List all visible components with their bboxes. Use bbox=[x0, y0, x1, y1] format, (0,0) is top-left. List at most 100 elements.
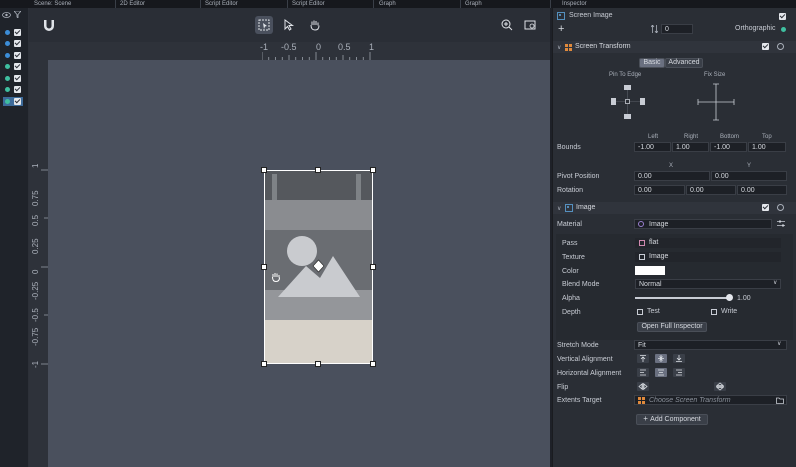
outliner-row[interactable] bbox=[3, 62, 23, 71]
tab-graph-2[interactable]: Graph bbox=[465, 0, 482, 8]
layer-field[interactable]: 0 bbox=[661, 24, 693, 34]
depth-write-checkbox[interactable] bbox=[711, 309, 717, 315]
screen-transform-header[interactable]: ∨ Screen Transform bbox=[553, 41, 796, 53]
chevron-down-icon: ∨ bbox=[777, 341, 782, 347]
tab-inspector[interactable]: Inspector bbox=[562, 0, 587, 8]
blend-mode-select[interactable]: Normal bbox=[635, 279, 781, 289]
logo-icon[interactable] bbox=[42, 18, 56, 34]
flip-label: Flip bbox=[557, 384, 569, 391]
resize-handle-bottom-left[interactable] bbox=[261, 361, 267, 367]
ruler-tick-label: 1 bbox=[31, 163, 40, 168]
flip-horizontal-button[interactable] bbox=[637, 382, 649, 391]
rotation-z-field[interactable]: 0.00 bbox=[737, 185, 787, 195]
bounds-bottom-field[interactable]: -1.00 bbox=[710, 142, 747, 152]
pointer-button[interactable] bbox=[280, 16, 298, 34]
halign-center-button[interactable] bbox=[655, 368, 667, 377]
frame-select-button[interactable] bbox=[255, 16, 273, 34]
valign-center-button[interactable] bbox=[655, 354, 667, 363]
alpha-slider-track[interactable] bbox=[635, 294, 733, 301]
pivot-header-y: Y bbox=[747, 163, 752, 169]
horizontal-alignment-label: Horizontal Alignment bbox=[557, 370, 622, 377]
object-name[interactable]: Screen Image bbox=[569, 12, 613, 19]
fit-icon[interactable] bbox=[524, 19, 536, 33]
vertical-ruler: 1 0.75 0.5 0.25 0 -0.25 -0.5 -0.75 -1 bbox=[29, 42, 48, 467]
color-swatch[interactable] bbox=[635, 266, 665, 275]
resize-handle-right[interactable] bbox=[370, 264, 376, 270]
outliner-row[interactable] bbox=[3, 39, 23, 48]
screen-transform-title: Screen Transform bbox=[575, 43, 631, 50]
tab-scene[interactable]: Scene: Scene bbox=[34, 0, 71, 8]
rotation-y-field[interactable]: 0.00 bbox=[686, 185, 736, 195]
resize-handle-bottom[interactable] bbox=[315, 361, 321, 367]
open-full-inspector-button[interactable]: Open Full Inspector bbox=[637, 322, 707, 332]
collapse-chevron-icon[interactable]: ∨ bbox=[557, 44, 561, 51]
alpha-slider-fill bbox=[635, 297, 729, 299]
resize-handle-top-right[interactable] bbox=[370, 167, 376, 173]
pass-field[interactable]: flat bbox=[635, 238, 781, 248]
resize-handle-left[interactable] bbox=[261, 264, 267, 270]
zoom-icon[interactable] bbox=[501, 19, 513, 33]
add-component-button[interactable]: + Add Component bbox=[636, 414, 708, 425]
ruler-tick-label: 0.5 bbox=[338, 42, 351, 52]
ruler-tick-label: -0.5 bbox=[31, 308, 40, 322]
texture-field[interactable]: Image bbox=[635, 252, 781, 262]
tab-script-editor-2[interactable]: Script Editor bbox=[292, 0, 325, 8]
valign-top-button[interactable] bbox=[637, 354, 649, 363]
tab-graph-1[interactable]: Graph bbox=[379, 0, 396, 8]
vertical-alignment-label: Vertical Alignment bbox=[557, 356, 613, 363]
gear-icon[interactable] bbox=[777, 43, 784, 50]
fix-size-widget[interactable] bbox=[696, 82, 736, 122]
ruler-tick-label: 0.75 bbox=[31, 190, 40, 206]
collapse-chevron-icon[interactable]: ∨ bbox=[557, 205, 561, 212]
tab-advanced[interactable]: Advanced bbox=[665, 58, 703, 68]
image-enabled-checkbox[interactable] bbox=[762, 204, 769, 211]
tab-basic[interactable]: Basic bbox=[639, 58, 665, 68]
alpha-slider-thumb[interactable] bbox=[726, 294, 733, 301]
bounds-header-top: Top bbox=[762, 134, 772, 140]
hand-button[interactable] bbox=[306, 16, 324, 34]
eye-icon[interactable] bbox=[2, 12, 11, 20]
filter-icon[interactable] bbox=[13, 10, 22, 20]
folder-icon[interactable] bbox=[776, 397, 784, 406]
valign-bottom-button[interactable] bbox=[673, 354, 685, 363]
tab-script-editor-1[interactable]: Script Editor bbox=[205, 0, 238, 8]
outliner-row[interactable] bbox=[3, 74, 23, 83]
screen-transform-enabled-checkbox[interactable] bbox=[762, 43, 769, 50]
tab-2d-editor[interactable]: 2D Editor bbox=[120, 0, 145, 8]
outliner-row[interactable] bbox=[3, 85, 23, 94]
rotation-x-field[interactable]: 0.00 bbox=[634, 185, 685, 195]
material-field[interactable]: Image bbox=[634, 219, 772, 229]
extents-target-field[interactable]: Choose Screen Transform bbox=[634, 395, 787, 405]
image-component-header[interactable]: ∨ Image bbox=[553, 202, 796, 214]
alpha-value[interactable]: 1.00 bbox=[737, 295, 751, 302]
orthographic-indicator[interactable] bbox=[781, 27, 786, 32]
gear-icon[interactable] bbox=[777, 204, 784, 211]
material-label: Material bbox=[557, 221, 582, 228]
outliner-row[interactable] bbox=[3, 51, 23, 60]
bounds-top-field[interactable]: 1.00 bbox=[748, 142, 786, 152]
inspector-panel: Screen Image + 0 Orthographic ∨ Screen T… bbox=[552, 8, 796, 467]
resize-handle-top-left[interactable] bbox=[261, 167, 267, 173]
bounds-left-field[interactable]: -1.00 bbox=[634, 142, 671, 152]
stretch-mode-select[interactable]: Fit bbox=[634, 340, 787, 350]
chevron-down-icon: ∨ bbox=[773, 280, 778, 286]
selection-outline bbox=[264, 170, 373, 364]
outliner-row[interactable] bbox=[3, 28, 23, 37]
resize-handle-bottom-right[interactable] bbox=[370, 361, 376, 367]
flip-vertical-button[interactable] bbox=[714, 382, 726, 391]
halign-right-button[interactable] bbox=[673, 368, 685, 377]
material-icon bbox=[638, 221, 644, 227]
object-enabled-checkbox[interactable] bbox=[779, 13, 786, 20]
pivot-x-field[interactable]: 0.00 bbox=[634, 171, 710, 181]
depth-test-checkbox[interactable] bbox=[637, 309, 643, 315]
bounds-right-field[interactable]: 1.00 bbox=[672, 142, 709, 152]
pin-to-edge-widget[interactable] bbox=[608, 84, 648, 120]
pivot-y-field[interactable]: 0.00 bbox=[711, 171, 787, 181]
halign-left-button[interactable] bbox=[637, 368, 649, 377]
resize-handle-top[interactable] bbox=[315, 167, 321, 173]
add-icon[interactable]: + bbox=[558, 24, 564, 35]
material-settings-icon[interactable] bbox=[777, 220, 785, 229]
outliner-row-selected[interactable] bbox=[3, 97, 23, 106]
hand-cursor-icon bbox=[271, 272, 281, 284]
stretch-mode-label: Stretch Mode bbox=[557, 342, 599, 349]
